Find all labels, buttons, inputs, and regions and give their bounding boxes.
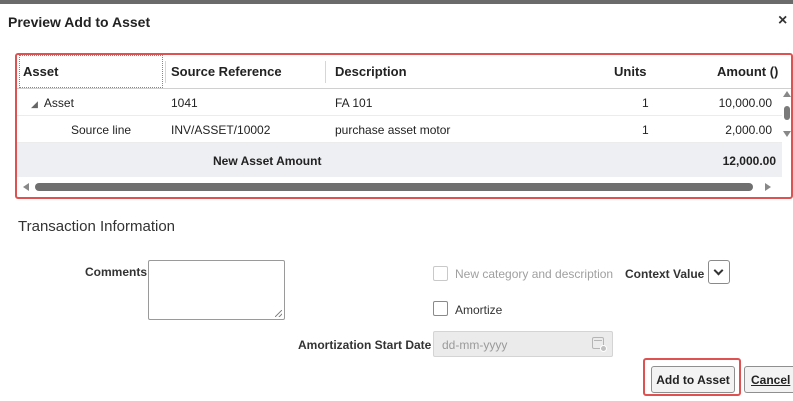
asset-cell: ◢ Asset [31, 96, 74, 110]
scroll-up-arrow-icon[interactable] [783, 91, 791, 97]
dialog-title: Preview Add to Asset [8, 14, 151, 30]
column-header-units[interactable]: Units [614, 64, 647, 79]
new-category-label: New category and description [455, 267, 614, 281]
units-cell: 1 [642, 123, 649, 137]
scroll-right-arrow-icon[interactable] [765, 183, 771, 191]
amortize-checkbox[interactable] [433, 301, 448, 316]
calendar-icon [592, 337, 607, 352]
comments-label: Comments [85, 265, 148, 279]
column-separator [165, 61, 166, 83]
amortization-start-date-label: Amortization Start Date [298, 338, 432, 352]
description-cell: purchase asset motor [335, 123, 451, 137]
add-to-asset-button[interactable]: Add to Asset [651, 366, 735, 393]
amortization-start-date-input: dd-mm-yyyy [433, 331, 613, 357]
description-cell: FA 101 [335, 96, 373, 110]
table-row[interactable]: Source line INV/ASSET/10002 purchase ass… [17, 116, 782, 143]
asset-label: Asset [43, 96, 74, 110]
vertical-scroll-thumb[interactable] [784, 106, 790, 120]
column-header-amount[interactable]: Amount () [717, 64, 778, 79]
resize-grip-icon[interactable] [275, 310, 282, 317]
section-title-transaction: Transaction Information [18, 218, 176, 235]
cancel-button[interactable]: Cancel [744, 366, 793, 393]
amount-cell: 2,000.00 [725, 123, 772, 137]
source-reference-cell: INV/ASSET/10002 [171, 123, 271, 137]
horizontal-scroll-thumb[interactable] [35, 183, 753, 191]
column-separator [325, 61, 326, 83]
context-value-label: Context Value [625, 267, 705, 281]
source-reference-cell: 1041 [171, 96, 198, 110]
collapse-triangle-icon[interactable]: ◢ [31, 99, 38, 110]
asset-cell: Source line [71, 123, 132, 137]
table-header: Asset Source Reference Description Units… [17, 55, 791, 89]
new-category-checkbox [433, 266, 448, 281]
close-icon[interactable]: × [778, 13, 787, 29]
amount-cell: 10,000.00 [718, 96, 772, 110]
table-row[interactable]: ◢ Asset 1041 FA 101 1 10,000.00 [17, 89, 782, 116]
scroll-left-arrow-icon[interactable] [23, 183, 29, 191]
asset-preview-table: Asset Source Reference Description Units… [15, 53, 793, 199]
window-top-border [0, 0, 793, 4]
total-amount: 12,000.00 [722, 154, 776, 168]
column-header-source-reference[interactable]: Source Reference [171, 64, 282, 79]
context-value-dropdown[interactable] [708, 260, 730, 284]
horizontal-scrollbar[interactable] [17, 179, 791, 195]
column-header-asset[interactable]: Asset [23, 64, 58, 79]
total-label: New Asset Amount [213, 154, 322, 168]
comments-textarea[interactable] [148, 260, 285, 320]
units-cell: 1 [642, 96, 649, 110]
date-placeholder: dd-mm-yyyy [442, 338, 508, 352]
amortize-label: Amortize [455, 303, 503, 317]
vertical-scrollbar[interactable] [782, 91, 791, 143]
chevron-down-icon [713, 265, 724, 276]
total-row: New Asset Amount 12,000.00 [17, 143, 782, 177]
column-header-description[interactable]: Description [335, 64, 407, 79]
scroll-down-arrow-icon[interactable] [783, 131, 791, 137]
